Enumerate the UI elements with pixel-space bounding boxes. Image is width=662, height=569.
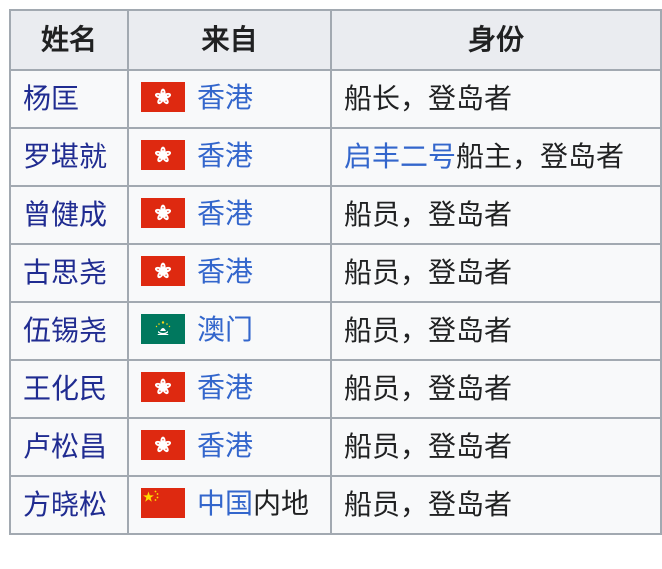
from-cell: 中国内地 <box>127 475 332 535</box>
hong-kong-flag-icon <box>141 256 185 286</box>
hong-kong-flag-icon <box>141 372 185 402</box>
identity-cell: 船员，登岛者 <box>330 301 662 361</box>
person-name-link[interactable]: 古思尧 <box>23 256 107 289</box>
identity-text: 船员，登岛者 <box>344 488 513 521</box>
person-name-link[interactable]: 卢松昌 <box>23 430 107 463</box>
table-row: 古思尧 香港 船员，登岛者 <box>9 243 662 303</box>
identity-cell: 启丰二号船主，登岛者 <box>330 127 662 187</box>
origin-link[interactable]: 香港 <box>197 197 253 230</box>
hong-kong-flag-icon <box>141 430 185 460</box>
identity-text: 船员，登岛者 <box>344 430 513 463</box>
identity-text: 船员，登岛者 <box>344 372 513 405</box>
table-row: 王化民 香港 船员，登岛者 <box>9 359 662 419</box>
from-cell: 香港 <box>127 69 332 129</box>
table-row: 杨匡 香港 船长，登岛者 <box>9 69 662 129</box>
origin-link[interactable]: 澳门 <box>197 313 253 346</box>
identity-cell: 船员，登岛者 <box>330 243 662 303</box>
person-name-link[interactable]: 王化民 <box>23 372 107 405</box>
identity-text: 船主，登岛者 <box>456 140 625 173</box>
identity-text: 船员，登岛者 <box>344 314 513 347</box>
from-cell: 香港 <box>127 243 332 303</box>
name-cell: 罗堪就 <box>9 127 129 187</box>
table-row: 曾健成 香港 船员，登岛者 <box>9 185 662 245</box>
table-row: 方晓松 中国内地 船员，登岛者 <box>9 475 662 535</box>
person-name-link[interactable]: 罗堪就 <box>23 140 107 173</box>
identity-text: 船员，登岛者 <box>344 256 513 289</box>
identity-cell: 船员，登岛者 <box>330 417 662 477</box>
name-cell: 伍锡尧 <box>9 301 129 361</box>
table-row: 伍锡尧 澳门 船员，登岛者 <box>9 301 662 361</box>
china-flag-icon <box>141 488 185 518</box>
origin-link[interactable]: 香港 <box>197 139 253 172</box>
name-cell: 方晓松 <box>9 475 129 535</box>
origin-link[interactable]: 香港 <box>197 429 253 462</box>
hong-kong-flag-icon <box>141 140 185 170</box>
macau-flag-icon <box>141 314 185 344</box>
header-identity[interactable]: 身份 <box>330 9 662 71</box>
name-cell: 王化民 <box>9 359 129 419</box>
origin-link[interactable]: 中国 <box>197 487 253 520</box>
crew-table: 姓名 来自 身份 杨匡 香港 船长，登岛者 罗堪就 香港 启丰二号船主，登岛者 曾健成 香港船… <box>9 9 662 535</box>
from-cell: 香港 <box>127 185 332 245</box>
name-cell: 曾健成 <box>9 185 129 245</box>
name-cell: 杨匡 <box>9 69 129 129</box>
header-from[interactable]: 来自 <box>127 9 332 71</box>
from-cell: 香港 <box>127 127 332 187</box>
person-name-link[interactable]: 杨匡 <box>23 82 79 115</box>
header-row: 姓名 来自 身份 <box>9 9 662 71</box>
name-cell: 古思尧 <box>9 243 129 303</box>
person-name-link[interactable]: 伍锡尧 <box>23 314 107 347</box>
person-name-link[interactable]: 曾健成 <box>23 198 107 231</box>
origin-link[interactable]: 香港 <box>197 255 253 288</box>
hong-kong-flag-icon <box>141 198 185 228</box>
hong-kong-flag-icon <box>141 82 185 112</box>
from-cell: 香港 <box>127 417 332 477</box>
origin-link[interactable]: 香港 <box>197 371 253 404</box>
table-row: 卢松昌 香港 船员，登岛者 <box>9 417 662 477</box>
from-cell: 澳门 <box>127 301 332 361</box>
name-cell: 卢松昌 <box>9 417 129 477</box>
identity-text: 船员，登岛者 <box>344 198 513 231</box>
ship-link[interactable]: 启丰二号 <box>344 140 456 173</box>
person-name-link[interactable]: 方晓松 <box>23 488 107 521</box>
identity-cell: 船员，登岛者 <box>330 475 662 535</box>
origin-suffix: 内地 <box>253 487 310 520</box>
header-name[interactable]: 姓名 <box>9 9 129 71</box>
identity-cell: 船员，登岛者 <box>330 185 662 245</box>
origin-link[interactable]: 香港 <box>197 81 253 114</box>
from-cell: 香港 <box>127 359 332 419</box>
identity-cell: 船员，登岛者 <box>330 359 662 419</box>
identity-text: 船长，登岛者 <box>344 82 513 115</box>
table-row: 罗堪就 香港 启丰二号船主，登岛者 <box>9 127 662 187</box>
identity-cell: 船长，登岛者 <box>330 69 662 129</box>
